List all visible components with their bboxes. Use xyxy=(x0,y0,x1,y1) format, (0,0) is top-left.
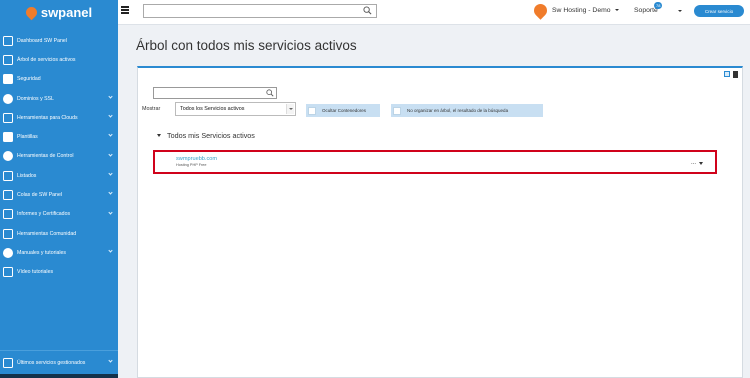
chevron-down-icon xyxy=(286,104,294,114)
sidebar-item[interactable]: Dominios y SSL xyxy=(0,89,118,108)
show-filter-value: Todos los Servicios activos xyxy=(180,106,245,112)
sidebar-item-label: Vídeo tutoriales xyxy=(17,269,54,276)
services-panel: Mostrar Todos los Servicios activos Ocul… xyxy=(137,66,743,378)
sidebar-item[interactable]: Seguridad xyxy=(0,70,118,89)
caret-down-icon xyxy=(699,161,703,165)
history-icon xyxy=(3,357,13,368)
document-icon[interactable] xyxy=(733,71,738,78)
chevron-down-icon xyxy=(108,94,113,99)
sidebar-item-label: Dominios y SSL xyxy=(17,95,54,102)
sidebar-item[interactable]: Listados xyxy=(0,166,118,185)
dashboard-icon xyxy=(3,35,13,46)
service-row[interactable]: swmpruebb.com Hosting PHP Free ... xyxy=(153,150,717,174)
no-tree-checkbox[interactable] xyxy=(393,106,401,115)
create-service-button[interactable]: Crear servicio xyxy=(694,5,744,17)
check-circle-icon xyxy=(3,151,13,162)
no-tree-toggle[interactable]: No organizar en árbol, el resultado de l… xyxy=(391,104,543,117)
chevron-down-icon xyxy=(108,358,113,363)
caret-down-icon[interactable] xyxy=(678,10,682,12)
hide-containers-label: Ocultar Contenedores xyxy=(322,108,367,113)
sidebar-item[interactable]: Herramientas Comunidad xyxy=(0,224,118,243)
shield-icon xyxy=(3,74,13,85)
sidebar-recent-label: Últimos servicios gestionados xyxy=(17,359,86,366)
sidebar-recent-services[interactable]: Últimos servicios gestionados xyxy=(0,350,118,374)
sidebar-item[interactable]: Colas de SW Panel xyxy=(0,185,118,204)
sidebar-footer xyxy=(0,374,118,378)
chevron-down-icon xyxy=(108,210,113,215)
brand-drop-icon xyxy=(23,4,40,21)
brand-name: swpanel xyxy=(40,5,93,20)
sidebar-item-label: Plantillas xyxy=(17,134,38,141)
sidebar-item-label: Herramientas de Control xyxy=(17,153,74,160)
chevron-down-icon xyxy=(108,113,113,118)
user-name: Sw Hosting - Demo xyxy=(552,7,611,14)
user-avatar-icon[interactable] xyxy=(531,1,550,20)
chevron-down-icon xyxy=(108,171,113,176)
sidebar-item-label: Herramientas Comunidad xyxy=(17,230,77,237)
sidebar-item[interactable]: Vídeo tutoriales xyxy=(0,263,118,282)
caret-down-icon xyxy=(614,9,619,12)
sidebar-item[interactable]: Plantillas xyxy=(0,127,118,146)
sidebar-item[interactable]: Herramientas para Clouds xyxy=(0,108,118,127)
sidebar-item[interactable]: Árbol de servicios activos xyxy=(0,50,118,69)
support-badge: 78 xyxy=(654,2,663,9)
service-actions-menu[interactable]: ... xyxy=(691,160,703,166)
menu-toggle-icon[interactable] xyxy=(121,6,129,14)
sidebar-item-label: Manuales y tutoriales xyxy=(17,249,67,256)
list-icon xyxy=(3,170,13,181)
tree-root-label: Todos mis Servicios activos xyxy=(167,131,255,140)
globe-icon xyxy=(3,93,13,104)
file-icon xyxy=(3,132,13,143)
hide-containers-toggle[interactable]: Ocultar Contenedores xyxy=(306,104,380,117)
service-type: Hosting PHP Free xyxy=(176,163,207,167)
search-icon[interactable] xyxy=(266,89,274,97)
sidebar-item-label: Herramientas para Clouds xyxy=(17,114,78,121)
tree-view-icon[interactable] xyxy=(724,71,730,77)
sidebar-item[interactable]: Informes y Certificados xyxy=(0,205,118,224)
service-search-input[interactable] xyxy=(153,87,277,99)
tree-icon xyxy=(3,54,13,65)
search-icon[interactable] xyxy=(363,6,372,15)
chevron-down-icon xyxy=(108,132,113,138)
show-filter-select[interactable]: Todos los Servicios activos xyxy=(175,102,296,116)
sidebar-item-label: Árbol de servicios activos xyxy=(17,56,76,63)
toolbox-icon xyxy=(3,228,13,239)
collapse-triangle-icon[interactable] xyxy=(157,134,161,137)
chevron-down-icon xyxy=(108,152,113,157)
chevron-down-icon xyxy=(108,248,113,253)
brand-logo[interactable]: swpanel xyxy=(0,0,118,25)
sidebar-item-label: Dashboard SW Panel xyxy=(17,37,67,44)
more-icon: ... xyxy=(690,160,696,166)
sidebar-item-label: Listados xyxy=(17,172,37,179)
sidebar-item-label: Seguridad xyxy=(17,76,41,83)
toolbox-icon xyxy=(3,112,13,123)
sidebar-item[interactable]: Manuales y tutoriales xyxy=(0,243,118,262)
panel-toolbar xyxy=(724,71,738,78)
sidebar-item-label: Informes y Certificados xyxy=(17,211,71,218)
tree-root[interactable]: Todos mis Servicios activos xyxy=(157,131,255,140)
report-icon xyxy=(3,209,13,220)
global-search-input[interactable] xyxy=(143,4,377,18)
video-icon xyxy=(3,267,13,278)
page-title: Árbol con todos mis servicios activos xyxy=(136,38,357,53)
sidebar: swpanel Dashboard SW Panel Árbol de servi… xyxy=(0,0,118,378)
sidebar-item[interactable]: Dashboard SW Panel xyxy=(0,31,118,50)
question-icon xyxy=(3,247,13,258)
sidebar-menu: Dashboard SW Panel Árbol de servicios act… xyxy=(0,31,118,282)
stack-icon xyxy=(3,190,13,201)
show-filter-label: Mostrar xyxy=(142,106,161,112)
chevron-down-icon xyxy=(108,190,113,195)
user-menu[interactable]: Sw Hosting - Demo xyxy=(552,7,619,14)
no-tree-label: No organizar en árbol, el resultado de l… xyxy=(407,108,509,113)
service-name-link[interactable]: swmpruebb.com xyxy=(176,156,217,162)
hide-containers-checkbox[interactable] xyxy=(308,106,316,115)
sidebar-item[interactable]: Herramientas de Control xyxy=(0,147,118,166)
top-bar: Sw Hosting - Demo Soporte 78 Crear servi… xyxy=(118,0,750,25)
sidebar-item-label: Colas de SW Panel xyxy=(17,192,62,199)
